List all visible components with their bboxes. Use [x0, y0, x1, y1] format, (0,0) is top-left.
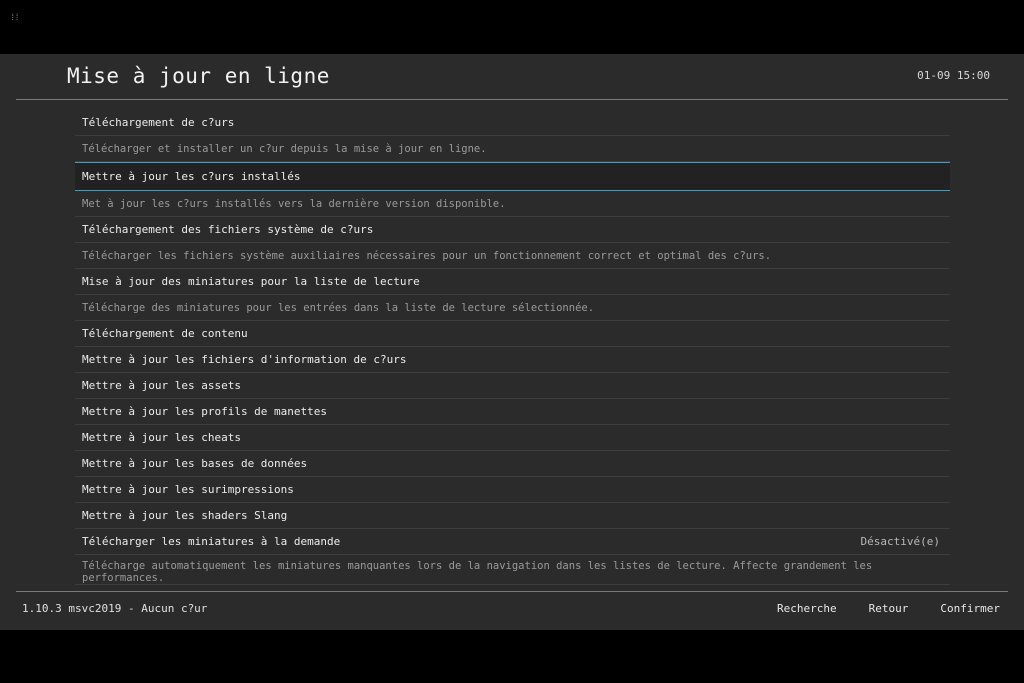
menu-item[interactable]: Mettre à jour les c?urs installés: [75, 162, 950, 191]
menu-item[interactable]: Télécharger les miniatures à la demande D…: [75, 529, 950, 555]
description-text: Télécharge automatiquement les miniature…: [82, 560, 873, 584]
menu-item-label: Mettre à jour les profils de manettes: [82, 405, 328, 418]
menu-item-label: Mettre à jour les c?urs installés: [82, 170, 301, 183]
menu-item-label: Téléchargement de c?urs: [82, 116, 235, 129]
header-divider: [16, 99, 1008, 100]
footer-actions: Recherche Retour Confirmer: [777, 602, 1000, 615]
menu-item-label: Mettre à jour les bases de données: [82, 457, 308, 470]
menu-item-label: Mettre à jour les assets: [82, 379, 241, 392]
menu-item-label: Mettre à jour les shaders Slang: [82, 509, 288, 522]
menu-item-label: Télécharger les miniatures à la demande: [82, 535, 341, 548]
menu-item-description: Télécharge automatiquement les miniature…: [75, 555, 950, 585]
menu-item-value[interactable]: Désactivé(e): [861, 535, 940, 548]
menu-item[interactable]: Mise à jour des miniatures pour la liste…: [75, 269, 950, 295]
menu-item[interactable]: Téléchargement de contenu: [75, 321, 950, 347]
menu-list[interactable]: Téléchargement de c?urs Télécharger et in…: [75, 110, 950, 588]
menu-item[interactable]: Mettre à jour les fichiers d'information…: [75, 347, 950, 373]
menu-item-description: Télécharger les fichiers système auxilia…: [75, 243, 950, 269]
menu-item[interactable]: Téléchargement de c?urs: [75, 110, 950, 136]
menu-item-label: Téléchargement des fichiers système de c…: [82, 223, 374, 236]
clock: 01-09 15:00: [917, 69, 990, 82]
description-text: Télécharge des miniatures pour les entré…: [82, 301, 595, 314]
menu-item[interactable]: Mettre à jour les surimpressions: [75, 477, 950, 503]
menu-item-label: Téléchargement de contenu: [82, 327, 248, 340]
back-button[interactable]: Retour: [869, 602, 909, 615]
menu-item-description: Télécharger et installer un c?ur depuis …: [75, 136, 950, 162]
menu-item[interactable]: Mettre à jour les bases de données: [75, 451, 950, 477]
confirm-button[interactable]: Confirmer: [940, 602, 1000, 615]
menu-item-label: Mettre à jour les cheats: [82, 431, 241, 444]
menu-item[interactable]: Mettre à jour les cheats: [75, 425, 950, 451]
menu-screen: Mise à jour en ligne 01-09 15:00 Télécha…: [0, 54, 1024, 630]
menu-item[interactable]: Mettre à jour les assets: [75, 373, 950, 399]
description-text: Télécharger et installer un c?ur depuis …: [82, 142, 487, 155]
menu-item-description: Télécharge des miniatures pour les entré…: [75, 295, 950, 321]
menu-item-label: Mettre à jour les fichiers d'information…: [82, 353, 407, 366]
description-text: Télécharger les fichiers système auxilia…: [82, 249, 772, 262]
menu-item-label: Mise à jour des miniatures pour la liste…: [82, 275, 420, 288]
page-title: Mise à jour en ligne: [67, 64, 330, 88]
drag-handle-icon[interactable]: ⁞⁞: [10, 14, 20, 23]
footer-divider: [16, 591, 1008, 592]
description-text: Met à jour les c?urs installés vers la d…: [82, 197, 506, 210]
version-info: 1.10.3 msvc2019 - Aucun c?ur: [22, 602, 208, 615]
menu-item[interactable]: Mettre à jour les profils de manettes: [75, 399, 950, 425]
search-button[interactable]: Recherche: [777, 602, 837, 615]
menu-item-label: Mettre à jour les surimpressions: [82, 483, 294, 496]
menu-item-description: Met à jour les c?urs installés vers la d…: [75, 191, 950, 217]
menu-item[interactable]: Téléchargement des fichiers système de c…: [75, 217, 950, 243]
menu-item[interactable]: Mettre à jour les shaders Slang: [75, 503, 950, 529]
